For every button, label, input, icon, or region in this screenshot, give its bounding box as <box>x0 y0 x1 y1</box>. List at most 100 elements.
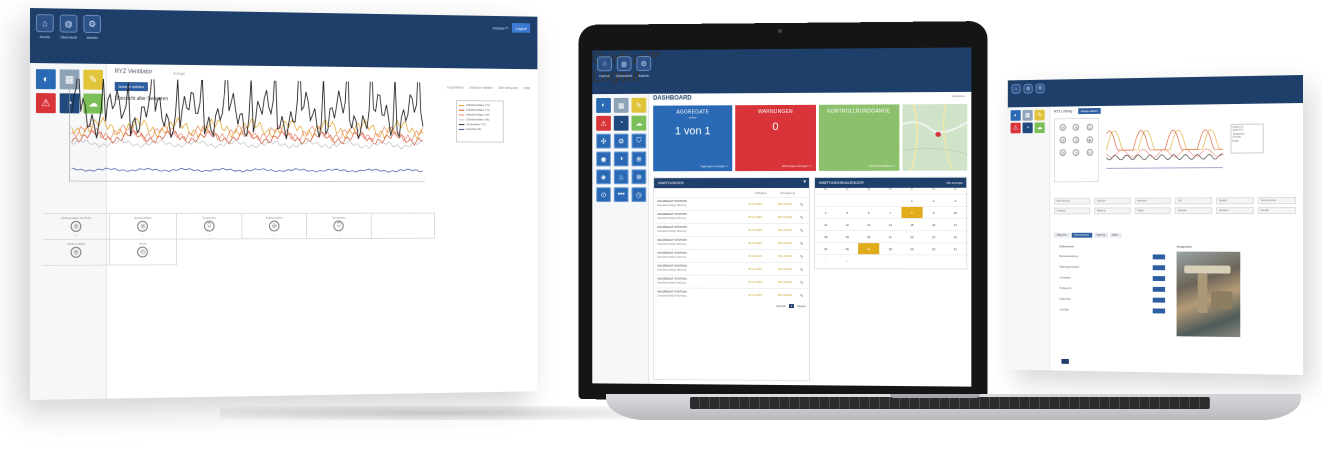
asset-tab[interactable]: Bilder <box>1109 232 1122 238</box>
asset-tab[interactable]: Wartung <box>1093 232 1108 238</box>
calendar-day[interactable]: 6 <box>857 205 880 219</box>
edit-icon[interactable]: ✎ <box>800 241 806 246</box>
home-icon[interactable]: ⌂ <box>35 14 54 33</box>
warning-icon[interactable]: ⚠ <box>596 115 611 131</box>
chart-link[interactable]: Hilfe <box>524 86 530 90</box>
calendar-day[interactable]: 2 <box>836 254 858 267</box>
right-footer-button[interactable] <box>1061 358 1069 364</box>
sensor-cell[interactable]: Zuluftventilator ◎ — <box>242 213 308 240</box>
form-field[interactable]: Status <box>1134 207 1172 215</box>
calendar-day[interactable]: 23 <box>922 230 945 243</box>
pager-item[interactable]: 1 <box>788 304 795 309</box>
calendar-day[interactable] <box>879 254 902 267</box>
logout-button[interactable]: Logout <box>511 22 531 33</box>
calendar-day[interactable] <box>857 193 880 206</box>
valve-icon[interactable]: ⊗ <box>631 151 647 167</box>
calendar-day[interactable]: 30 <box>922 242 945 255</box>
calendar-day[interactable] <box>901 254 923 267</box>
edit-icon[interactable]: ✎ <box>800 228 806 233</box>
sensor-cell[interactable]: Temperatur ⬯ — <box>307 213 372 240</box>
ventilator-icon[interactable]: ◐ <box>1010 110 1021 121</box>
calendar-show-all-link[interactable]: Alle anzeigen <box>946 181 963 185</box>
heat-icon[interactable]: ♨ <box>613 169 629 185</box>
gauge-icon[interactable]: ◔ <box>613 115 629 131</box>
home-icon[interactable]: ⌂ <box>597 56 612 72</box>
globe-icon[interactable]: ◍ <box>59 14 78 33</box>
calendar-day[interactable]: 1 <box>814 254 837 267</box>
card-footer-link[interactable]: Aggregate anzeigen ↗ <box>701 164 729 168</box>
calendar-day[interactable] <box>944 254 967 267</box>
user-menu[interactable]: Ovidius™ <box>492 26 508 31</box>
calendar-day[interactable]: 7 <box>879 205 902 219</box>
motor-icon[interactable]: ◉ <box>596 151 611 167</box>
calendar-day[interactable]: 13 <box>857 218 880 231</box>
calendar-day[interactable]: 17 <box>944 218 967 231</box>
edit-icon[interactable]: ✎ <box>800 201 806 206</box>
calendar-day[interactable]: 12 <box>836 218 858 231</box>
calendar-day[interactable]: 20 <box>857 230 880 243</box>
edit-icon[interactable]: ✎ <box>800 254 806 259</box>
note-icon[interactable]: ✎ <box>1034 109 1045 121</box>
pump-icon[interactable]: ◑ <box>613 151 629 167</box>
warning-icon[interactable]: ⚠ <box>1010 122 1021 134</box>
maintenance-row[interactable]: AGGREGAT STATION Standardmäßige Wartung 06… <box>654 261 809 276</box>
form-field[interactable]: Standort <box>1093 197 1131 205</box>
calendar-day[interactable]: 22 <box>901 230 923 243</box>
gauge-icon[interactable]: ◔ <box>1022 122 1033 134</box>
form-field[interactable]: Betreiber <box>1216 207 1255 215</box>
asset-tab[interactable]: Allgemein <box>1053 232 1070 238</box>
card-footer-link[interactable]: Warnungen anzeigen ↗ <box>782 164 812 168</box>
calendar-day[interactable]: 18 <box>814 230 837 243</box>
edit-icon[interactable]: ✎ <box>800 293 806 298</box>
fan-icon[interactable]: ◎ <box>1073 123 1080 131</box>
fan-icon[interactable]: ◎ <box>1059 148 1067 156</box>
form-field[interactable]: Leistung <box>1053 207 1091 215</box>
cloud-icon[interactable]: ☁ <box>1034 122 1045 134</box>
fan-icon[interactable]: ◎ <box>1059 136 1067 144</box>
fan-icon[interactable]: ◎ <box>1059 123 1067 131</box>
summary-card[interactable]: KONTROLLRUNDGÄNGE Kontrollrundgänge ↗ <box>818 104 900 171</box>
pressure-icon[interactable]: ⊙ <box>596 187 611 203</box>
form-field[interactable]: Bezeichnung <box>1053 197 1091 205</box>
calendar-day[interactable]: 2 <box>922 193 945 206</box>
nav-item[interactable]: ◍ Übersicht <box>616 56 632 78</box>
calendar-day[interactable]: 16 <box>922 218 945 231</box>
calendar-day[interactable]: 3 <box>944 193 967 206</box>
maintenance-row[interactable]: AGGREGAT STATION Standardmäßige Wartung 06… <box>654 209 809 224</box>
summary-card[interactable]: WARNUNGEN 0 Warnungen anzeigen ↗ <box>735 104 816 172</box>
chart-link[interactable]: Exportieren <box>447 86 463 90</box>
nav-item[interactable]: ⌂ Home <box>35 14 54 39</box>
nav-item[interactable]: ⌂ <box>1011 84 1021 94</box>
document-open-button[interactable] <box>1152 308 1166 314</box>
form-field[interactable]: Baujahr <box>1216 197 1255 205</box>
calendar-day[interactable]: 28 <box>879 242 902 255</box>
document-open-button[interactable] <box>1152 265 1166 271</box>
edit-icon[interactable]: ✎ <box>800 280 806 285</box>
document-open-button[interactable] <box>1152 286 1166 292</box>
grid-icon[interactable]: ▦ <box>613 97 629 113</box>
calendar-day[interactable]: 27 <box>857 242 880 255</box>
settings-icon[interactable]: ⚙ <box>1035 83 1045 94</box>
calendar-day[interactable]: 11 <box>814 218 837 231</box>
maintenance-row[interactable]: AGGREGAT STATION Standardmäßige Wartung 06… <box>654 222 809 237</box>
thermometer-icon[interactable]: ⬯ <box>1086 123 1094 131</box>
location-map-card[interactable] <box>902 104 968 171</box>
maintenance-row[interactable]: AGGREGAT STATION Standardmäßige Wartung 06… <box>654 274 809 289</box>
calendar-day[interactable]: 4 <box>814 205 837 219</box>
sensor-cell[interactable]: Abluftventilator ◎ — <box>42 239 111 266</box>
right-select-button[interactable]: Anlage wählen <box>1077 107 1101 115</box>
form-field[interactable]: Seriennummer <box>1257 197 1297 205</box>
settings-icon[interactable]: ⚙ <box>83 14 102 34</box>
globe-icon[interactable]: ◍ <box>1023 83 1033 94</box>
calendar-day[interactable]: 29 <box>901 242 923 255</box>
chart-link[interactable]: Alle Sensoren <box>498 86 518 90</box>
filter-icon[interactable]: ⛉ <box>631 133 647 149</box>
thermometer-icon[interactable]: ⬯ <box>1073 135 1080 143</box>
sensor-icon[interactable]: ⊛ <box>631 169 647 185</box>
form-field[interactable]: Hersteller <box>1134 197 1172 205</box>
form-field[interactable]: Typ <box>1175 197 1213 205</box>
nav-item[interactable]: ⚙ <box>1035 83 1045 94</box>
sensor-cell[interactable]: Temperatur ⬯ — <box>176 213 243 240</box>
card-footer-link[interactable]: Kontrollrundgänge ↗ <box>869 164 895 168</box>
dashboard-customize-link[interactable]: Anpassen <box>952 94 966 98</box>
